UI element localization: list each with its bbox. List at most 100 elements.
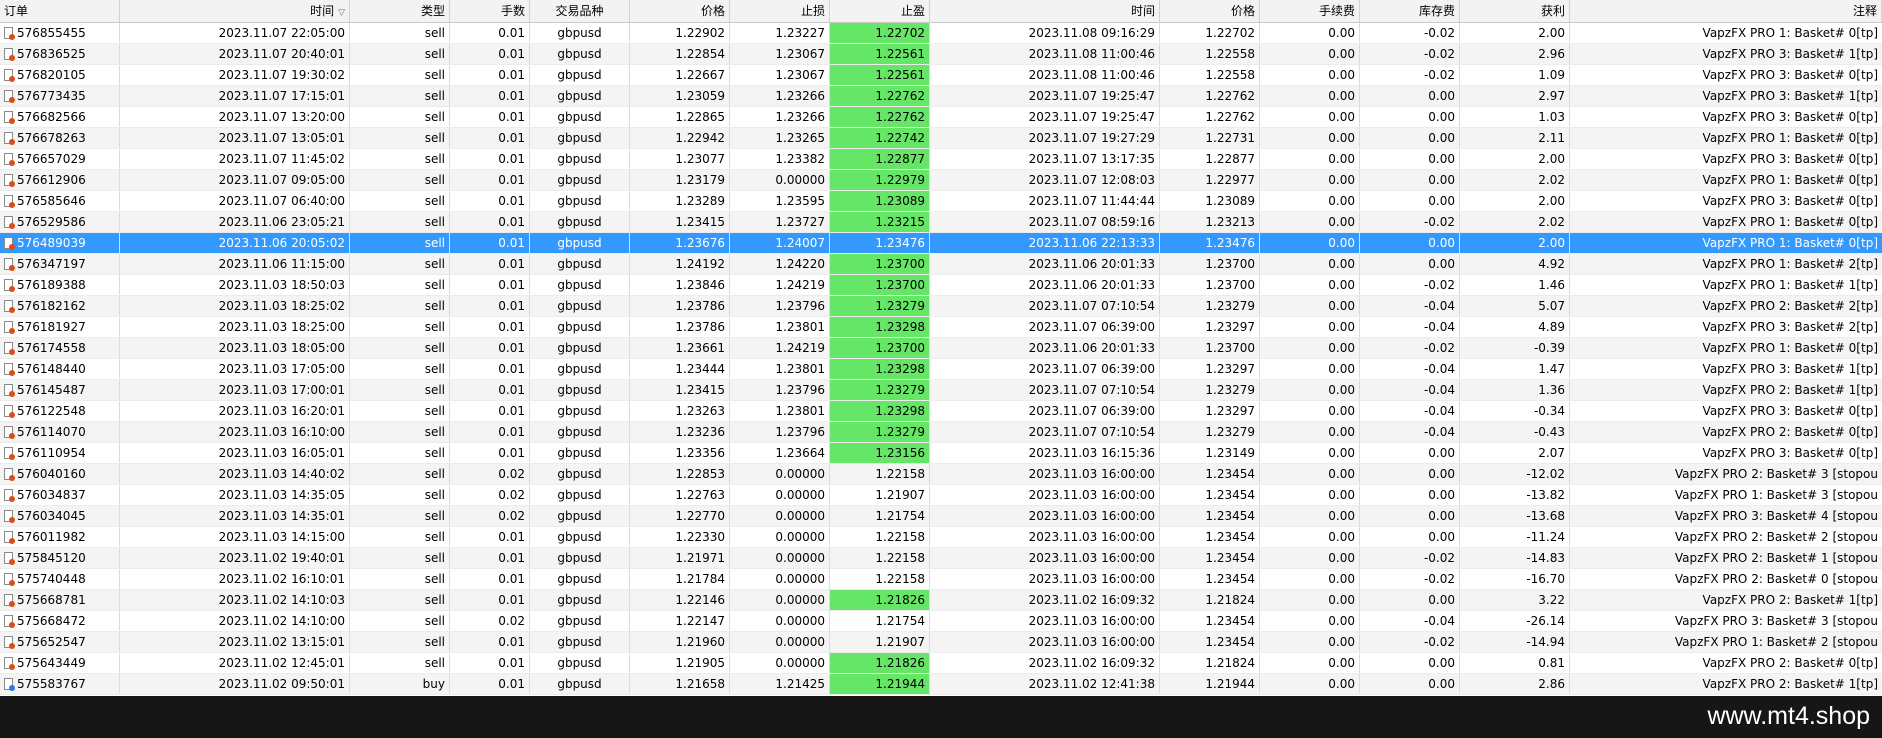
header-stop-loss[interactable]: 止损 xyxy=(730,0,830,22)
table-row[interactable]: 576682566 2023.11.07 13:20:00 sell 0.01 gbpu… xyxy=(0,107,1882,128)
table-row[interactable]: 576034837 2023.11.03 14:35:05 sell 0.02 gbpu… xyxy=(0,485,1882,506)
cell-comment: VapzFX PRO 3: Basket# 1[tp] xyxy=(1702,89,1878,103)
table-row[interactable]: 576836525 2023.11.07 20:40:01 sell 0.01 gbpu… xyxy=(0,44,1882,65)
table-row[interactable]: 576347197 2023.11.06 11:15:00 sell 0.01 gbpu… xyxy=(0,254,1882,275)
table-row[interactable]: 576110954 2023.11.03 16:05:01 sell 0.01 gbpu… xyxy=(0,443,1882,464)
table-row[interactable]: 576585646 2023.11.07 06:40:00 sell 0.01 gbpu… xyxy=(0,191,1882,212)
header-open-price[interactable]: 价格 xyxy=(630,0,730,22)
header-comment[interactable]: 注释 xyxy=(1570,0,1882,22)
cell-close-price: 1.23700 xyxy=(1160,254,1260,274)
table-row[interactable]: 576820105 2023.11.07 19:30:02 sell 0.01 gbpu… xyxy=(0,65,1882,86)
header-close-time[interactable]: 时间 xyxy=(930,0,1160,22)
header-commission[interactable]: 手续费 xyxy=(1260,0,1360,22)
cell-close-price: 1.23297 xyxy=(1160,401,1260,421)
table-row[interactable]: 576189388 2023.11.03 18:50:03 sell 0.01 gbpu… xyxy=(0,275,1882,296)
cell-take-profit: 1.22742 xyxy=(830,128,930,148)
cell-order: 576682566 xyxy=(0,107,120,127)
cell-profit: 5.07 xyxy=(1460,296,1570,316)
cell-open-price: 1.23077 xyxy=(630,149,730,169)
table-row[interactable]: 576657029 2023.11.07 11:45:02 sell 0.01 gbpu… xyxy=(0,149,1882,170)
table-row[interactable]: 575668781 2023.11.02 14:10:03 sell 0.01 gbpu… xyxy=(0,590,1882,611)
table-row[interactable]: 576182162 2023.11.03 18:25:02 sell 0.01 gbpu… xyxy=(0,296,1882,317)
table-row[interactable]: 575643449 2023.11.02 12:45:01 sell 0.01 gbpu… xyxy=(0,653,1882,674)
header-swap[interactable]: 库存费 xyxy=(1360,0,1460,22)
table-row[interactable]: 576174558 2023.11.03 18:05:00 sell 0.01 gbpu… xyxy=(0,338,1882,359)
cell-commission: 0.00 xyxy=(1260,275,1360,295)
header-order[interactable]: 订单 xyxy=(0,0,120,22)
cell-commission: 0.00 xyxy=(1260,23,1360,43)
table-row[interactable]: 576612906 2023.11.07 09:05:00 sell 0.01 gbpu… xyxy=(0,170,1882,191)
order-icon xyxy=(4,111,15,124)
cell-swap: -0.02 xyxy=(1360,569,1460,589)
cell-swap: 0.00 xyxy=(1360,443,1460,463)
cell-order: 575740448 xyxy=(0,569,120,589)
cell-close-time: 2023.11.08 11:00:46 xyxy=(930,44,1160,64)
table-row[interactable]: 576122548 2023.11.03 16:20:01 sell 0.01 gbpu… xyxy=(0,401,1882,422)
header-symbol[interactable]: 交易品种 xyxy=(530,0,630,22)
order-icon xyxy=(4,657,15,670)
cell-comment: VapzFX PRO 2: Basket# 0 [stopou xyxy=(1674,572,1878,586)
table-row[interactable]: 576773435 2023.11.07 17:15:01 sell 0.01 gbpu… xyxy=(0,86,1882,107)
table-row[interactable]: 576148440 2023.11.03 17:05:00 sell 0.01 gbpu… xyxy=(0,359,1882,380)
order-id: 576145487 xyxy=(17,383,86,397)
cell-comment: VapzFX PRO 1: Basket# 0[tp] xyxy=(1702,131,1878,145)
cell-order: 576585646 xyxy=(0,191,120,211)
cell-close-time: 2023.11.03 16:00:00 xyxy=(930,569,1160,589)
cell-type: sell xyxy=(350,149,450,169)
header-type[interactable]: 类型 xyxy=(350,0,450,22)
cell-symbol: gbpusd xyxy=(530,674,630,694)
cell-open-price: 1.23356 xyxy=(630,443,730,463)
cell-profit: 1.36 xyxy=(1460,380,1570,400)
header-take-profit[interactable]: 止盈 xyxy=(830,0,930,22)
table-row[interactable]: 576678263 2023.11.07 13:05:01 sell 0.01 gbpu… xyxy=(0,128,1882,149)
header-open-time[interactable]: 时间 ▽ xyxy=(120,0,350,22)
table-row[interactable]: 576855455 2023.11.07 22:05:00 sell 0.01 gbpu… xyxy=(0,23,1882,44)
cell-comment: VapzFX PRO 1: Basket# 3 [stopou xyxy=(1674,488,1878,502)
cell-open-time: 2023.11.03 17:00:01 xyxy=(120,380,350,400)
header-close-price[interactable]: 价格 xyxy=(1160,0,1260,22)
cell-lots: 0.01 xyxy=(450,212,530,232)
cell-stop-loss: 0.00000 xyxy=(730,464,830,484)
cell-order: 576657029 xyxy=(0,149,120,169)
header-profit[interactable]: 获利 xyxy=(1460,0,1570,22)
cell-comment: VapzFX PRO 3: Basket# 4 [stopou xyxy=(1674,509,1878,523)
header-lots[interactable]: 手数 xyxy=(450,0,530,22)
table-row[interactable]: 575652547 2023.11.02 13:15:01 sell 0.01 gbpu… xyxy=(0,632,1882,653)
cell-open-time: 2023.11.06 23:05:21 xyxy=(120,212,350,232)
table-row[interactable]: 576181927 2023.11.03 18:25:00 sell 0.01 gbpu… xyxy=(0,317,1882,338)
cell-commission: 0.00 xyxy=(1260,632,1360,652)
cell-stop-loss: 0.00000 xyxy=(730,632,830,652)
table-row[interactable]: 576040160 2023.11.03 14:40:02 sell 0.02 gbpu… xyxy=(0,464,1882,485)
table-row[interactable]: 575740448 2023.11.02 16:10:01 sell 0.01 gbpu… xyxy=(0,569,1882,590)
table-row[interactable]: 576034045 2023.11.03 14:35:01 sell 0.02 gbpu… xyxy=(0,506,1882,527)
cell-take-profit: 1.23215 xyxy=(830,212,930,232)
order-icon xyxy=(4,153,15,166)
cell-commission: 0.00 xyxy=(1260,674,1360,694)
header-open-time-label: 时间 xyxy=(310,4,335,18)
cell-symbol: gbpusd xyxy=(530,422,630,442)
table-row[interactable]: 575668472 2023.11.02 14:10:00 sell 0.02 gbpu… xyxy=(0,611,1882,632)
table-row[interactable]: 576145487 2023.11.03 17:00:01 sell 0.01 gbpu… xyxy=(0,380,1882,401)
cell-symbol: gbpusd xyxy=(530,44,630,64)
cell-comment: VapzFX PRO 1: Basket# 2 [stopou xyxy=(1674,635,1878,649)
cell-close-time: 2023.11.03 16:00:00 xyxy=(930,548,1160,568)
cell-swap: 0.00 xyxy=(1360,170,1460,190)
cell-open-price: 1.23846 xyxy=(630,275,730,295)
cell-type: sell xyxy=(350,107,450,127)
table-row[interactable]: 576114070 2023.11.03 16:10:00 sell 0.01 gbpu… xyxy=(0,422,1882,443)
table-row[interactable]: 576489039 2023.11.06 20:05:02 sell 0.01 gbpu… xyxy=(0,233,1882,254)
cell-swap: -0.02 xyxy=(1360,275,1460,295)
table-row[interactable]: 575583767 2023.11.02 09:50:01 buy 0.01 gbpus… xyxy=(0,674,1882,695)
cell-swap: 0.00 xyxy=(1360,653,1460,673)
table-row[interactable]: 576529586 2023.11.06 23:05:21 sell 0.01 gbpu… xyxy=(0,212,1882,233)
cell-stop-loss: 0.00000 xyxy=(730,527,830,547)
cell-order: 576678263 xyxy=(0,128,120,148)
order-icon xyxy=(4,552,15,565)
cell-close-time: 2023.11.03 16:00:00 xyxy=(930,464,1160,484)
cell-swap: -0.04 xyxy=(1360,380,1460,400)
cell-profit: 2.97 xyxy=(1460,86,1570,106)
order-id: 576682566 xyxy=(17,110,86,124)
table-row[interactable]: 575845120 2023.11.02 19:40:01 sell 0.01 gbpu… xyxy=(0,548,1882,569)
order-id: 576034045 xyxy=(17,509,86,523)
table-row[interactable]: 576011982 2023.11.03 14:15:00 sell 0.01 gbpu… xyxy=(0,527,1882,548)
